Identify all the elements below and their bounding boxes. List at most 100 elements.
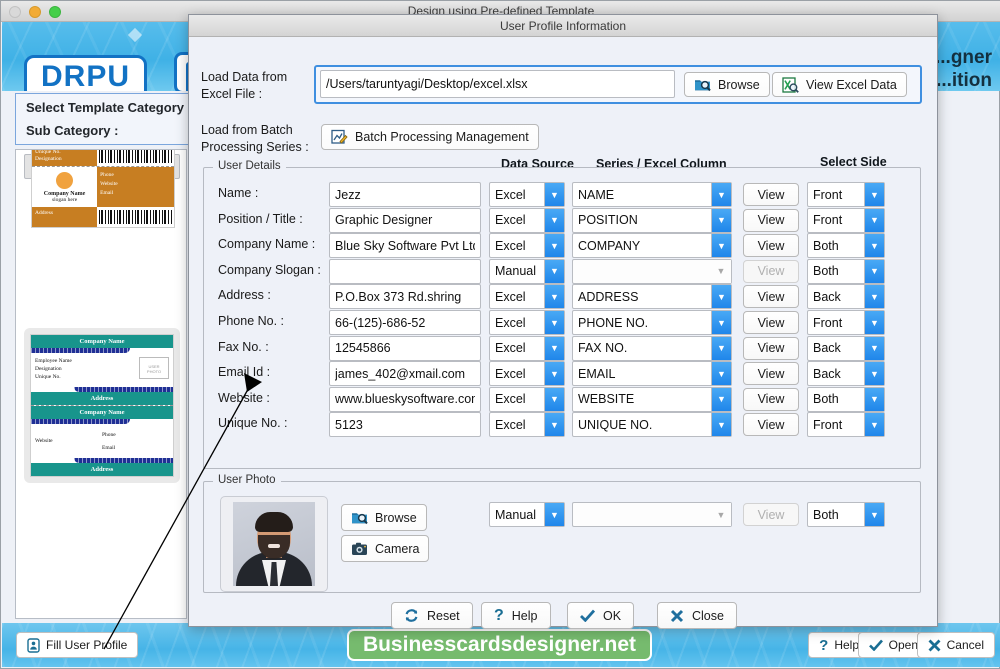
view-label: View xyxy=(757,289,785,304)
field-value-input[interactable] xyxy=(329,182,481,207)
photo-camera-button[interactable]: Camera xyxy=(341,535,430,562)
field-label: Fax No. : xyxy=(218,339,269,354)
select-side-select-value: Both xyxy=(813,238,839,253)
excel-column-select[interactable]: ▼ xyxy=(572,258,732,284)
field-row: Position / Title : Excel ▼ POSITION ▼ View Fro… xyxy=(204,207,920,233)
template-email: Email xyxy=(100,190,114,196)
chevron-down-icon: ▼ xyxy=(544,208,564,232)
data-source-select[interactable]: Excel ▼ xyxy=(489,412,565,438)
excel-column-select[interactable]: COMPANY ▼ xyxy=(572,233,732,259)
excel-column-select[interactable]: UNIQUE NO. ▼ xyxy=(572,412,732,438)
user-details-fieldset: User Details Name : Excel ▼ NAME ▼ View Front ▼… xyxy=(203,160,921,469)
excel-column-select-value: POSITION xyxy=(578,213,638,228)
view-button[interactable]: View xyxy=(743,285,799,309)
excel-column-select[interactable]: EMAIL ▼ xyxy=(572,361,732,387)
select-side-select[interactable]: Front ▼ xyxy=(807,182,885,207)
field-value-input[interactable] xyxy=(329,412,481,438)
select-side-select[interactable]: Back ▼ xyxy=(807,335,885,361)
excel-column-select[interactable]: ADDRESS ▼ xyxy=(572,284,732,310)
field-row: Company Name : Excel ▼ COMPANY ▼ View Both ▼ xyxy=(204,233,920,259)
user-details-legend: User Details xyxy=(213,160,286,172)
view-button[interactable]: View xyxy=(743,208,799,232)
field-value-input[interactable] xyxy=(329,335,481,361)
field-label: Company Slogan : xyxy=(218,262,321,277)
excel-column-select-value: EMAIL xyxy=(578,366,616,381)
data-source-select[interactable]: Excel ▼ xyxy=(489,233,565,259)
photo-side-select[interactable]: Both ▼ xyxy=(807,502,885,527)
data-source-select[interactable]: Excel ▼ xyxy=(489,386,565,412)
data-source-select[interactable]: Excel ▼ xyxy=(489,361,565,387)
view-button[interactable]: View xyxy=(743,387,799,411)
chevron-down-icon: ▼ xyxy=(711,503,731,526)
fill-user-profile-button[interactable]: Fill User Profile xyxy=(16,632,139,658)
field-value-input[interactable] xyxy=(329,284,481,310)
chevron-down-icon: ▼ xyxy=(864,259,884,283)
view-excel-data-button[interactable]: View Excel Data xyxy=(772,72,907,97)
excel-column-select[interactable]: PHONE NO. ▼ xyxy=(572,310,732,335)
batch-processing-management-button[interactable]: Batch Processing Management xyxy=(321,124,539,150)
select-side-select[interactable]: Front ▼ xyxy=(807,412,885,438)
data-source-select[interactable]: Excel ▼ xyxy=(489,182,565,207)
view-button[interactable]: View xyxy=(743,336,799,360)
field-value-input[interactable] xyxy=(329,233,481,259)
field-value-input[interactable] xyxy=(329,310,481,335)
user-photo-preview[interactable] xyxy=(220,496,328,592)
photo-browse-button[interactable]: Browse xyxy=(341,504,427,531)
template-list[interactable]: Company Name slogan here USER PHOTO Empl… xyxy=(15,149,187,619)
data-source-select[interactable]: Manual ▼ xyxy=(489,258,565,284)
card-preview-front-back: Company Name slogan here USER PHOTO Empl… xyxy=(31,150,175,228)
view-button[interactable]: View xyxy=(743,234,799,258)
view-button[interactable]: View xyxy=(743,413,799,437)
chevron-down-icon: ▼ xyxy=(544,387,564,411)
photo-side-value: Both xyxy=(813,507,839,522)
data-source-select[interactable]: Excel ▼ xyxy=(489,284,565,310)
chevron-down-icon: ▼ xyxy=(544,259,564,283)
data-source-select-value: Excel xyxy=(495,417,526,432)
field-value-input[interactable] xyxy=(329,386,481,412)
view-label: View xyxy=(757,341,785,356)
template-thumbnail-orange[interactable]: Company Name slogan here USER PHOTO Empl… xyxy=(24,150,180,228)
view-button[interactable]: View xyxy=(743,362,799,386)
photo-column-select[interactable]: ▼ xyxy=(572,502,732,527)
folder-search-icon xyxy=(352,513,368,525)
photo-camera-label: Camera xyxy=(375,541,420,556)
photo-view-button[interactable]: View xyxy=(743,503,799,526)
select-side-select[interactable]: Front ▼ xyxy=(807,310,885,335)
view-button[interactable]: View xyxy=(743,183,799,206)
close-button[interactable]: Close xyxy=(657,602,737,629)
load-excel-label: Load Data from Excel File : xyxy=(201,69,316,103)
excel-path-input[interactable] xyxy=(320,70,675,98)
ok-label: OK xyxy=(603,608,622,623)
select-side-select[interactable]: Front ▼ xyxy=(807,207,885,233)
excel-search-icon xyxy=(782,76,799,93)
browse-excel-button[interactable]: Browse xyxy=(684,72,770,97)
chevron-down-icon: ▼ xyxy=(864,387,884,411)
chevron-down-icon: ▼ xyxy=(544,336,564,360)
field-value-input[interactable] xyxy=(329,361,481,387)
ok-button[interactable]: OK xyxy=(567,602,635,629)
excel-column-select[interactable]: POSITION ▼ xyxy=(572,207,732,233)
select-side-select[interactable]: Back ▼ xyxy=(807,284,885,310)
data-source-select[interactable]: Excel ▼ xyxy=(489,310,565,335)
field-value-input[interactable] xyxy=(329,258,481,284)
reset-button[interactable]: Reset xyxy=(391,602,473,629)
view-button[interactable]: View xyxy=(743,259,799,283)
data-source-select-value: Manual xyxy=(495,264,536,279)
data-source-select[interactable]: Excel ▼ xyxy=(489,335,565,361)
load-excel-label-line1: Load Data from xyxy=(201,70,288,84)
select-side-select[interactable]: Back ▼ xyxy=(807,361,885,387)
data-source-select[interactable]: Excel ▼ xyxy=(489,207,565,233)
select-side-select[interactable]: Both ▼ xyxy=(807,258,885,284)
dialog-help-button[interactable]: ? Help xyxy=(481,602,551,629)
excel-column-select[interactable]: NAME ▼ xyxy=(572,182,732,207)
photo-data-source-select[interactable]: Manual ▼ xyxy=(489,502,565,527)
select-side-select[interactable]: Both ▼ xyxy=(807,233,885,259)
view-button[interactable]: View xyxy=(743,311,799,334)
excel-column-select[interactable]: FAX NO. ▼ xyxy=(572,335,732,361)
field-value-input[interactable] xyxy=(329,207,481,233)
select-side-select-value: Front xyxy=(813,417,843,432)
excel-column-select[interactable]: WEBSITE ▼ xyxy=(572,386,732,412)
select-side-select[interactable]: Both ▼ xyxy=(807,386,885,412)
template-thumbnail-teal[interactable]: Company Name Employee Name Designation U… xyxy=(24,328,180,483)
chevron-down-icon: ▼ xyxy=(864,362,884,386)
